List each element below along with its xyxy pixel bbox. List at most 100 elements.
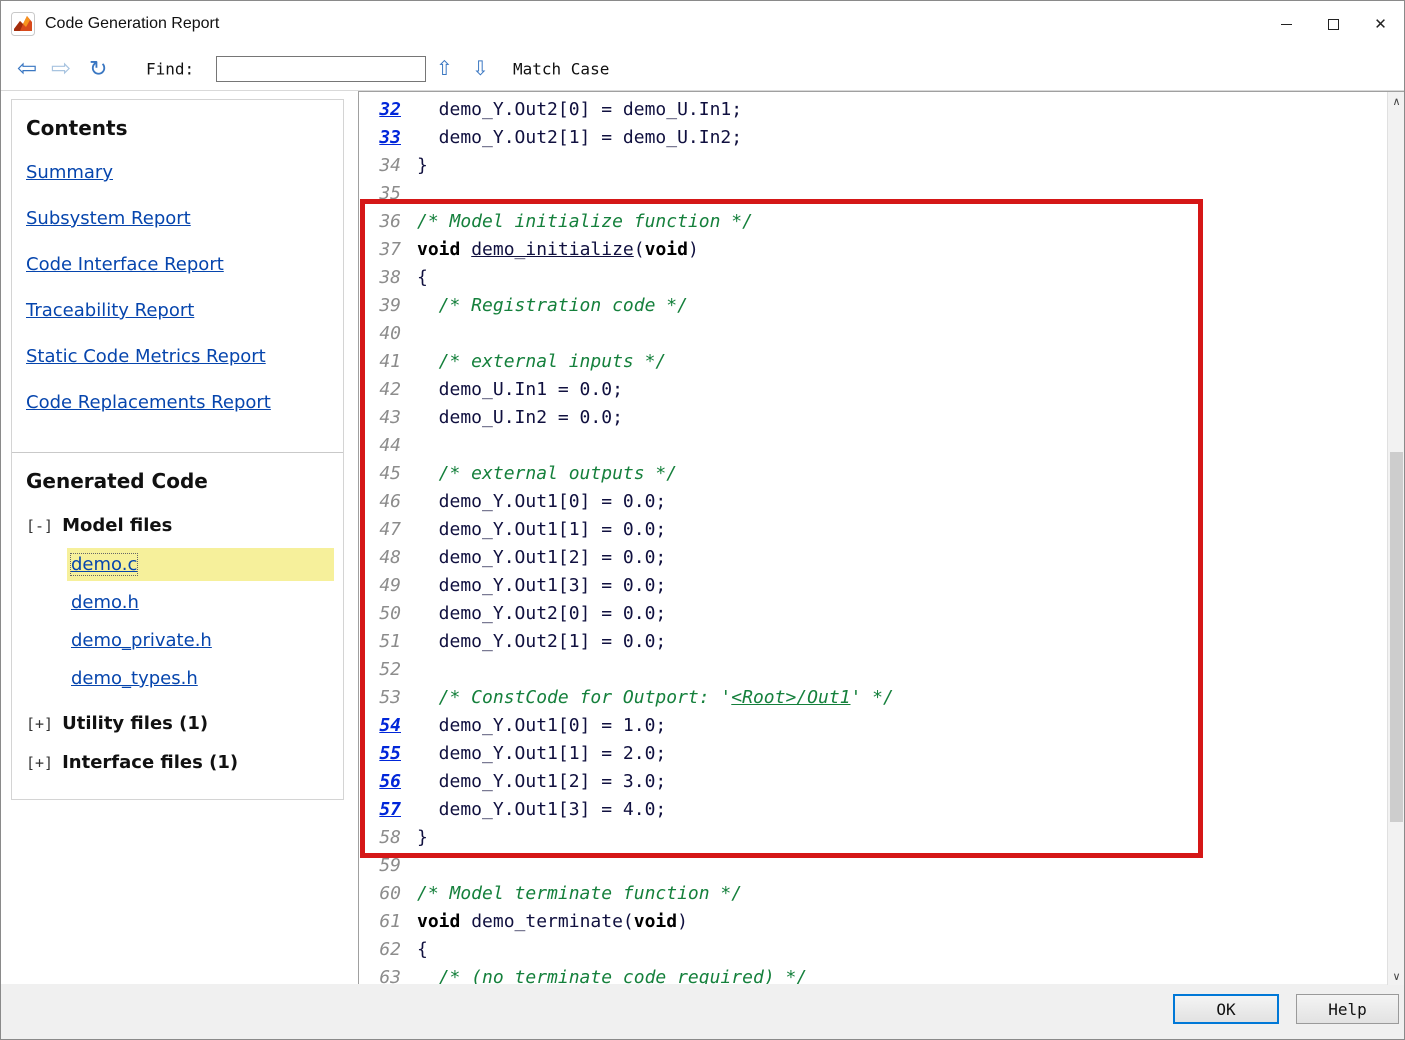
sidebar-link[interactable]: Static Code Metrics Report (26, 346, 266, 367)
code-text: demo_Y.Out1[2] = 3.0; (401, 768, 666, 796)
find-previous-icon[interactable]: ⇧ (436, 59, 453, 79)
file-item[interactable]: demo_types.h (67, 662, 334, 695)
find-next-icon[interactable]: ⇩ (472, 59, 489, 79)
code-line: 58} (359, 824, 1405, 852)
code-line: 61void demo_terminate(void) (359, 908, 1405, 936)
code-line: 55 demo_Y.Out1[1] = 2.0; (359, 740, 1405, 768)
sidebar-link[interactable]: Subsystem Report (26, 208, 191, 229)
code-text: demo_Y.Out1[3] = 0.0; (401, 572, 666, 600)
code-text: demo_U.In1 = 0.0; (401, 376, 623, 404)
code-text (401, 432, 417, 460)
maximize-button[interactable] (1310, 1, 1357, 47)
sidebar-link[interactable]: Traceability Report (26, 300, 194, 321)
code-line: 37void demo_initialize(void) (359, 236, 1405, 264)
code-trace-link[interactable]: <Root>/Out1 (731, 687, 850, 708)
code-line: 46 demo_Y.Out1[0] = 0.0; (359, 488, 1405, 516)
code-text: void demo_terminate(void) (401, 908, 688, 936)
code-text: demo_Y.Out2[0] = demo_U.In1; (401, 96, 742, 124)
expand-toggle-icon[interactable]: [+] (26, 715, 53, 733)
footer-bar: OK Help (1, 984, 1404, 1039)
sidebar-link[interactable]: Code Interface Report (26, 254, 224, 275)
interface-files-label: Interface files (1) (62, 752, 238, 773)
sidebar-link[interactable]: Code Replacements Report (26, 392, 271, 413)
line-number: 50 (359, 600, 401, 628)
code-line: 47 demo_Y.Out1[1] = 0.0; (359, 516, 1405, 544)
back-icon[interactable]: ⇦ (17, 57, 37, 81)
line-number: 45 (359, 460, 401, 488)
file-item[interactable]: demo.h (67, 586, 334, 619)
line-number: 35 (359, 180, 401, 208)
file-link[interactable]: demo.c (71, 554, 137, 575)
ok-button[interactable]: OK (1173, 994, 1279, 1024)
line-number: 58 (359, 824, 401, 852)
code-panel: 32 demo_Y.Out2[0] = demo_U.In1;33 demo_Y… (358, 91, 1405, 986)
find-input[interactable] (216, 56, 426, 82)
sidebar-link[interactable]: Summary (26, 162, 113, 183)
code-text: demo_Y.Out2[0] = 0.0; (401, 600, 666, 628)
code-text: /* Registration code */ (401, 292, 688, 320)
line-number: 53 (359, 684, 401, 712)
app-icon (11, 12, 35, 36)
code-text: demo_Y.Out1[1] = 0.0; (401, 516, 666, 544)
minimize-button[interactable] (1263, 1, 1310, 47)
code-line: 59 (359, 852, 1405, 880)
code-line: 35 (359, 180, 1405, 208)
code-scrollbar[interactable]: ∧ ∨ (1387, 92, 1405, 985)
line-number-link[interactable]: 54 (359, 712, 401, 740)
code-text: { (401, 264, 428, 292)
line-number: 51 (359, 628, 401, 656)
sidebar-link-row: Code Replacements Report (26, 392, 334, 413)
line-number: 37 (359, 236, 401, 264)
code-text (401, 656, 417, 684)
model-files-node[interactable]: [-] Model files (26, 515, 334, 536)
code-text: demo_Y.Out1[0] = 1.0; (401, 712, 666, 740)
line-number: 42 (359, 376, 401, 404)
line-number-link[interactable]: 33 (359, 124, 401, 152)
code-text: void demo_initialize(void) (401, 236, 699, 264)
forward-icon[interactable]: ⇨ (51, 57, 71, 81)
line-number: 60 (359, 880, 401, 908)
code-line: 41 /* external inputs */ (359, 348, 1405, 376)
line-number: 49 (359, 572, 401, 600)
line-number-link[interactable]: 56 (359, 768, 401, 796)
sidebar-link-row: Subsystem Report (26, 208, 334, 229)
refresh-icon[interactable]: ↻ (89, 58, 107, 80)
code-text: demo_Y.Out1[1] = 2.0; (401, 740, 666, 768)
contents-section: Contents SummarySubsystem ReportCode Int… (12, 100, 343, 452)
file-link[interactable]: demo.h (71, 592, 139, 613)
close-button[interactable]: ✕ (1357, 1, 1404, 47)
code-text: /* ConstCode for Outport: '<Root>/Out1' … (401, 684, 894, 712)
utility-files-label: Utility files (1) (62, 713, 208, 734)
file-link[interactable]: demo_private.h (71, 630, 212, 651)
code-text: /* Model terminate function */ (401, 880, 742, 908)
code-text: demo_Y.Out1[3] = 4.0; (401, 796, 666, 824)
line-number-link[interactable]: 57 (359, 796, 401, 824)
code-text: demo_U.In2 = 0.0; (401, 404, 623, 432)
line-number: 52 (359, 656, 401, 684)
code-line: 51 demo_Y.Out2[1] = 0.0; (359, 628, 1405, 656)
line-number: 40 (359, 320, 401, 348)
code-trace-link[interactable]: demo_initialize (471, 239, 634, 260)
file-item[interactable]: demo_private.h (67, 624, 334, 657)
scroll-up-icon[interactable]: ∧ (1388, 92, 1405, 110)
file-item[interactable]: demo.c (67, 548, 334, 581)
code-text: /* Model initialize function */ (401, 208, 753, 236)
interface-files-node[interactable]: [+] Interface files (1) (26, 752, 334, 773)
code-text: /* (no terminate code required) */ (401, 964, 807, 986)
line-number-link[interactable]: 55 (359, 740, 401, 768)
help-button[interactable]: Help (1296, 994, 1399, 1024)
expand-toggle-icon[interactable]: [+] (26, 754, 53, 772)
title-bar: Code Generation Report ✕ (1, 1, 1404, 47)
utility-files-node[interactable]: [+] Utility files (1) (26, 713, 334, 734)
window-controls: ✕ (1263, 1, 1404, 47)
collapse-toggle-icon[interactable]: [-] (26, 517, 53, 535)
line-number-link[interactable]: 32 (359, 96, 401, 124)
sidebar: Contents SummarySubsystem ReportCode Int… (11, 99, 344, 800)
generated-code-section: Generated Code [-] Model files demo.cdem… (12, 453, 343, 799)
line-number: 46 (359, 488, 401, 516)
code-line: 62{ (359, 936, 1405, 964)
find-toolbar: ⇦ ⇨ ↻ Find: ⇧ ⇩ Match Case (1, 47, 1404, 91)
file-link[interactable]: demo_types.h (71, 668, 198, 689)
scrollbar-thumb[interactable] (1390, 452, 1403, 822)
scroll-down-icon[interactable]: ∨ (1388, 967, 1405, 985)
